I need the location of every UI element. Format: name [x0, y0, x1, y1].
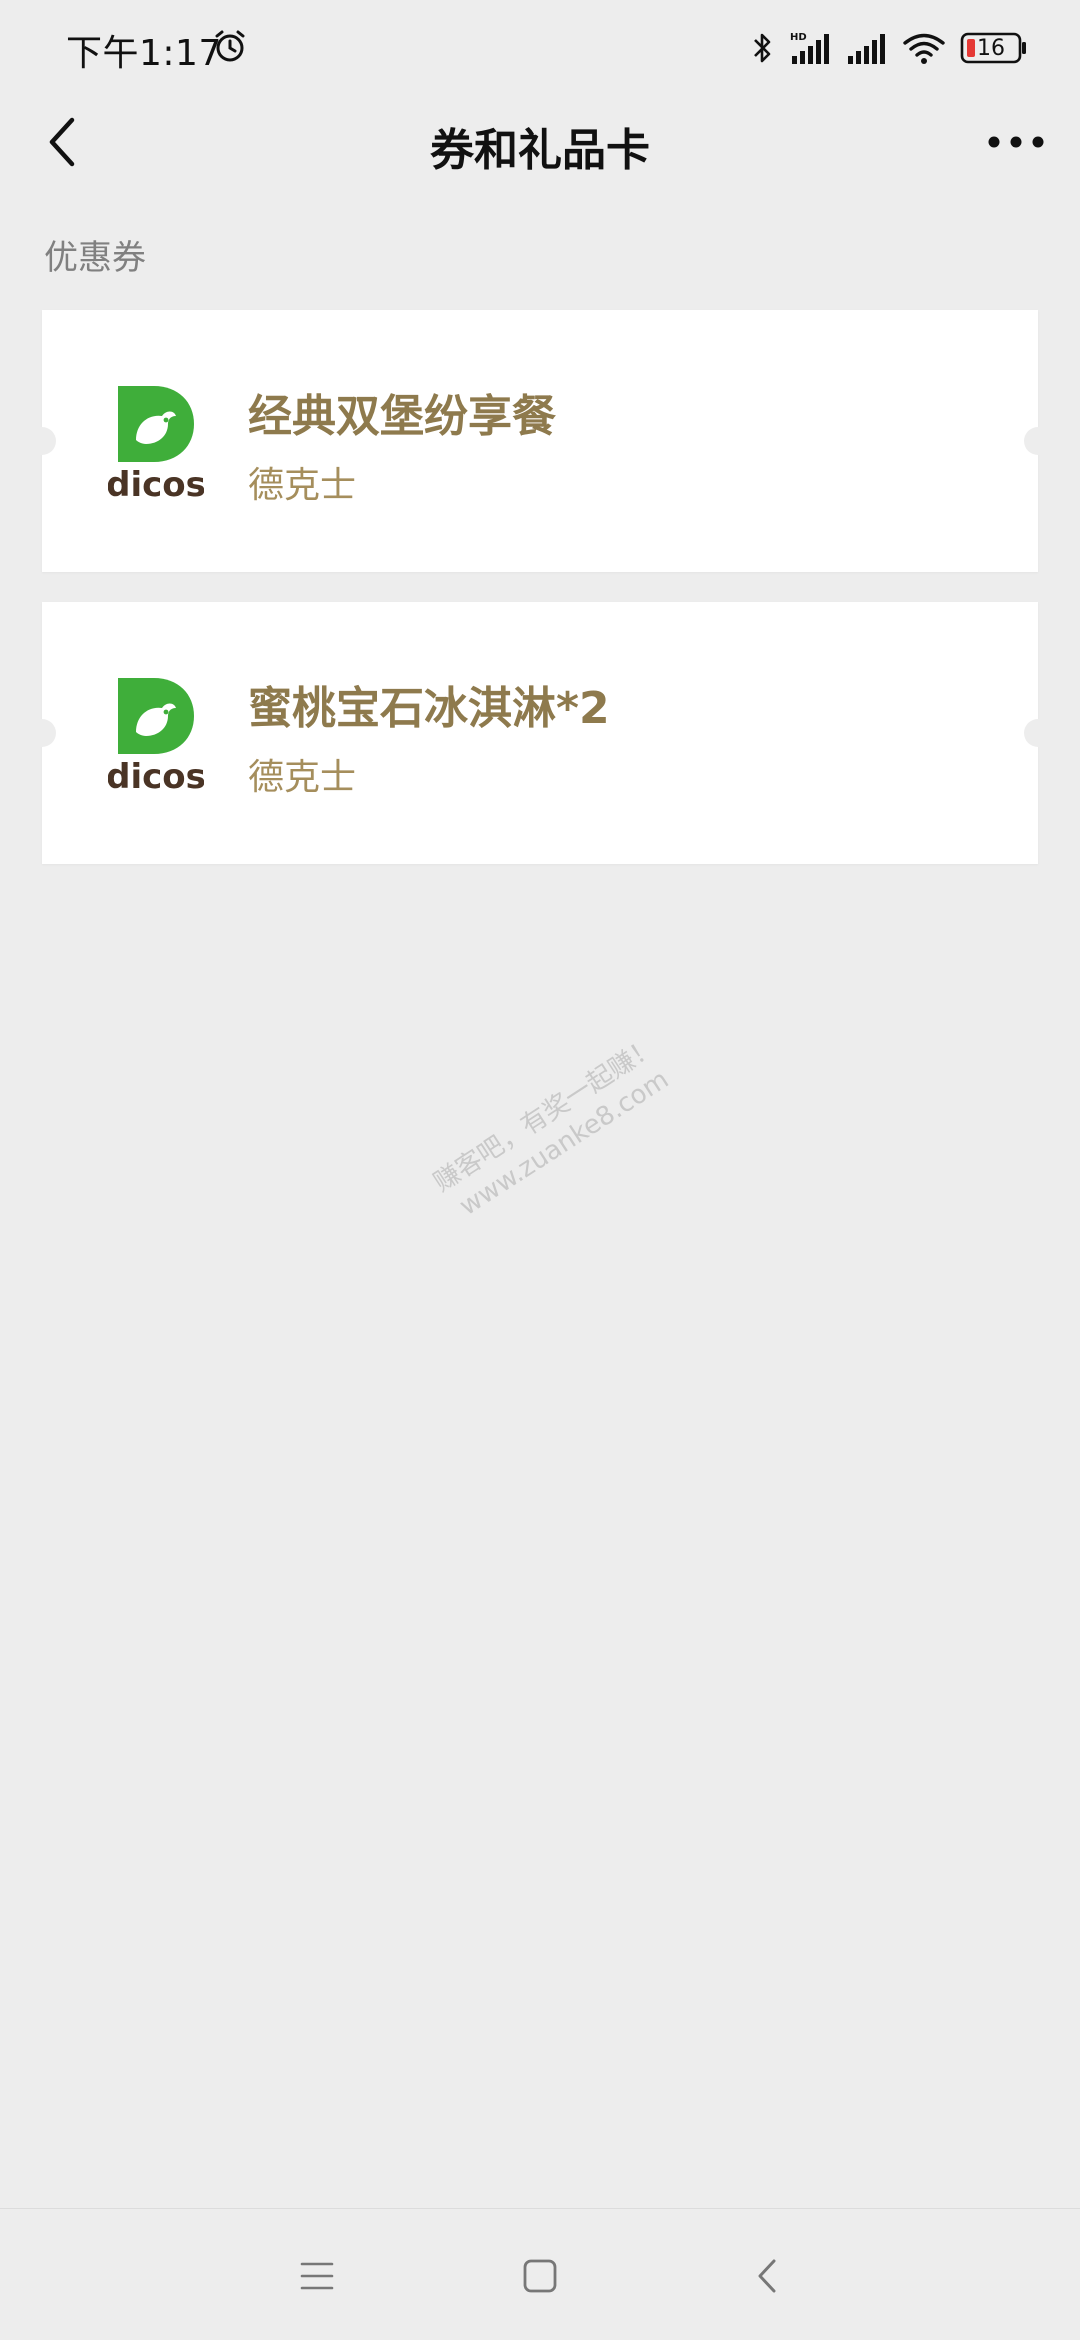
- coupon-title: 蜜桃宝石冰淇淋*2: [248, 683, 610, 734]
- coupon-brand: 德克士: [248, 757, 357, 798]
- battery-level: 16: [977, 35, 1005, 61]
- coupon-card[interactable]: dicos 蜜桃宝石冰淇淋*2 德克士: [28, 602, 1052, 864]
- hd-signal-icon: HD: [790, 32, 829, 64]
- coupon-brand: 德克士: [248, 465, 357, 506]
- svg-text:HD: HD: [790, 32, 807, 43]
- system-back-button[interactable]: [732, 2241, 802, 2311]
- card-notch-left: [28, 719, 56, 747]
- watermark-line1: 赚客吧，有奖一起赚！: [428, 1031, 663, 1199]
- coupon-title: 经典双堡纷享餐: [248, 391, 556, 442]
- back-chevron-icon: [758, 2259, 776, 2293]
- home-button[interactable]: [505, 2241, 575, 2311]
- coupon-card[interactable]: dicos 经典双堡纷享餐 德克士: [28, 310, 1052, 572]
- dicos-logo-text: dicos: [108, 757, 204, 792]
- status-time: 下午1:17: [66, 33, 222, 74]
- battery-icon: 16: [960, 31, 1028, 65]
- system-nav-bar: [0, 2209, 1080, 2340]
- dicos-logo: dicos: [108, 678, 204, 792]
- wifi-icon: [903, 33, 945, 64]
- card-notch-right: [1024, 427, 1052, 455]
- card-notch-right: [1024, 719, 1052, 747]
- page-title: 券和礼品卡: [430, 125, 650, 176]
- home-square-icon: [523, 2259, 557, 2293]
- dicos-logo: dicos: [108, 386, 204, 500]
- card-notch-left: [28, 427, 56, 455]
- nav-bar: 券和礼品卡: [0, 96, 1080, 192]
- more-dots-icon: [988, 136, 1044, 148]
- bluetooth-icon: [754, 33, 771, 63]
- dicos-logo-text: dicos: [108, 465, 204, 500]
- section-label: 优惠券: [44, 238, 146, 278]
- alarm-icon: [215, 30, 245, 62]
- watermark: 赚客吧，有奖一起赚！ www.zuanke8.com: [402, 1013, 707, 1244]
- menu-icon: [300, 2262, 334, 2290]
- more-button[interactable]: [982, 110, 1050, 174]
- signal-icon: [848, 34, 885, 64]
- status-bar: 下午1:17 HD 16: [0, 0, 1080, 96]
- status-icons: HD 16: [752, 28, 1028, 68]
- menu-button[interactable]: [282, 2241, 352, 2311]
- watermark-line2: www.zuanke8.com: [454, 1064, 675, 1222]
